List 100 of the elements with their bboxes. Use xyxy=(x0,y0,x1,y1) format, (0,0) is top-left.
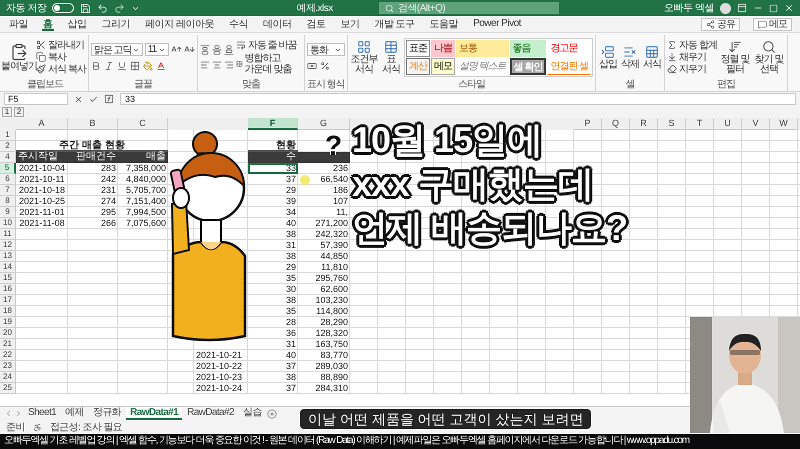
currency-icon[interactable] xyxy=(306,61,317,71)
row-number[interactable]: 6 xyxy=(0,174,16,185)
close-icon[interactable] xyxy=(784,3,794,13)
row-number[interactable]: 16 xyxy=(0,284,16,295)
editing-action[interactable]: 지우기 xyxy=(667,64,717,74)
share-button[interactable]: 공유 xyxy=(701,18,740,30)
comments-button[interactable]: 메모 xyxy=(753,18,792,30)
border-icon[interactable] xyxy=(130,61,140,71)
row-number[interactable]: 13 xyxy=(0,251,16,262)
sort-filter-button[interactable]: 정렬 및 필터 xyxy=(718,40,751,74)
find-select-button[interactable]: 찾기 및 선택 xyxy=(752,40,785,74)
outline-level-button[interactable]: 2 xyxy=(14,107,24,117)
cancel-icon[interactable] xyxy=(74,94,83,104)
row-number[interactable]: 17 xyxy=(0,295,16,306)
formula-field[interactable]: 33 xyxy=(120,93,796,105)
column-header[interactable]: P xyxy=(574,118,602,130)
font-color-icon[interactable] xyxy=(156,61,166,71)
ribbon-display-icon[interactable] xyxy=(737,3,747,13)
cells-button[interactable]: 삭제 xyxy=(620,44,640,70)
column-header[interactable]: T xyxy=(686,118,714,130)
align-left-icon[interactable] xyxy=(200,60,210,70)
sheet-tab[interactable]: Sheet1 xyxy=(24,407,60,420)
column-header[interactable]: W xyxy=(770,118,798,130)
row-number[interactable]: 8 xyxy=(0,196,16,207)
cell-style[interactable]: 표준 xyxy=(406,40,430,56)
align-middle-icon[interactable] xyxy=(212,44,222,54)
font-size-select[interactable]: 11 xyxy=(144,43,169,56)
row-number[interactable]: 9 xyxy=(0,207,16,218)
row-number[interactable]: 25 xyxy=(0,383,16,394)
row-number[interactable]: 11 xyxy=(0,229,16,240)
ribbon-tab[interactable]: 수식 xyxy=(228,17,249,31)
cells-button[interactable]: 서식 xyxy=(642,44,662,70)
column-header[interactable]: R xyxy=(630,118,658,130)
row-number[interactable]: 5 xyxy=(0,163,16,174)
check-icon[interactable] xyxy=(89,94,98,104)
sheet-tab[interactable]: 실습 xyxy=(238,407,266,420)
ribbon-tab[interactable]: 개발 도구 xyxy=(373,17,416,31)
percent-icon[interactable] xyxy=(320,61,330,71)
row-number[interactable]: 15 xyxy=(0,273,16,284)
row-number[interactable]: 19 xyxy=(0,317,16,328)
clipboard-action[interactable]: 복사 xyxy=(36,52,86,62)
column-header[interactable]: V xyxy=(742,118,770,130)
cell-style[interactable]: 나쁨 xyxy=(430,40,455,56)
conditional-format-button[interactable]: 조건부 서식 xyxy=(350,40,378,74)
outline-level-button[interactable]: 1 xyxy=(2,107,12,117)
column-header[interactable]: F xyxy=(248,118,298,130)
number-format-select[interactable]: 통화 xyxy=(306,43,345,56)
row-number[interactable]: 1 xyxy=(0,130,16,141)
align-right-icon[interactable] xyxy=(224,60,234,70)
sheet-tab[interactable]: 예제 xyxy=(61,407,88,420)
cell-style[interactable]: 보통 xyxy=(456,40,509,56)
row-number[interactable]: 4 xyxy=(0,152,16,163)
ribbon-tab[interactable]: 도움말 xyxy=(428,17,460,31)
undo-icon[interactable] xyxy=(97,2,108,14)
cells-button[interactable]: 삽입 xyxy=(598,44,618,70)
sheet-tab[interactable]: RawData#1 xyxy=(126,407,182,420)
column-header[interactable]: A xyxy=(16,118,68,130)
column-header[interactable]: C xyxy=(118,118,168,130)
underline-icon[interactable] xyxy=(116,61,127,71)
ribbon-tab[interactable]: 데이터 xyxy=(262,17,292,31)
ribbon-tab[interactable]: 그리기 xyxy=(100,17,131,31)
row-number[interactable]: 20 xyxy=(0,328,16,339)
editing-action[interactable]: 자동 합계 xyxy=(667,40,717,50)
column-header[interactable]: S xyxy=(658,118,686,130)
save-icon[interactable] xyxy=(80,2,92,14)
wrap-text-button[interactable]: 자동 줄 바꿈 xyxy=(236,40,302,50)
ribbon-tab[interactable]: 삽입 xyxy=(66,17,88,31)
cell-style[interactable]: 좋음 xyxy=(510,40,546,56)
align-bottom-icon[interactable] xyxy=(224,44,234,54)
align-top-icon[interactable] xyxy=(200,44,210,54)
clipboard-action[interactable]: 잘라내기 xyxy=(36,40,86,50)
row-number[interactable]: 23 xyxy=(0,361,16,372)
row-number[interactable]: 18 xyxy=(0,306,16,317)
function-icon[interactable] xyxy=(104,94,114,104)
name-box[interactable]: F5 xyxy=(4,93,68,105)
editing-action[interactable]: 채우기 xyxy=(667,52,717,62)
column-header[interactable]: U xyxy=(714,118,742,130)
row-number[interactable]: 10 xyxy=(0,218,16,229)
maximize-icon[interactable] xyxy=(769,4,778,12)
sheet-tab[interactable]: RawData#2 xyxy=(183,407,238,420)
row-number[interactable]: 24 xyxy=(0,372,16,383)
align-center-icon[interactable] xyxy=(212,60,222,70)
column-header[interactable]: B xyxy=(68,118,118,130)
clipboard-action[interactable]: 서식 복사 xyxy=(36,64,86,74)
redo-icon[interactable] xyxy=(114,2,126,14)
fill-color-icon[interactable] xyxy=(142,61,153,71)
table-format-button[interactable]: 표 서식 xyxy=(380,40,402,74)
row-number[interactable]: 7 xyxy=(0,185,16,196)
sheet-tab[interactable]: 정규화 xyxy=(88,407,126,420)
ribbon-tab[interactable]: 페이지 레이아웃 xyxy=(144,17,215,31)
column-header[interactable]: Q xyxy=(602,118,630,130)
row-number[interactable]: 2 xyxy=(0,141,16,152)
row-number[interactable]: 22 xyxy=(0,350,16,361)
column-header[interactable]: G xyxy=(298,118,350,130)
ribbon-tab[interactable]: 보기 xyxy=(339,17,360,31)
add-sheet-icon[interactable] xyxy=(266,408,277,418)
bold-icon[interactable] xyxy=(90,61,101,71)
avatar-icon[interactable] xyxy=(720,2,731,14)
cell-style[interactable]: 메모 xyxy=(430,58,455,74)
ribbon-tab[interactable]: Power Pivot xyxy=(472,17,522,31)
